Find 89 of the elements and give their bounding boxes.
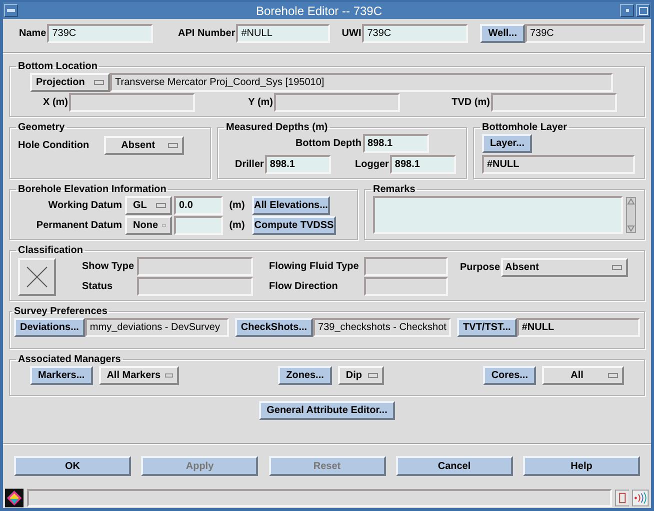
field-label: Y (m) — [247, 97, 274, 108]
cross-icon — [26, 266, 48, 288]
dialog-button[interactable]: OK — [14, 456, 131, 476]
field-label: Show Type — [82, 261, 136, 272]
document-icon[interactable] — [614, 489, 630, 507]
group-title: Geometry — [17, 122, 66, 133]
group-title: Bottom Location — [17, 61, 98, 72]
option-indicator-icon — [368, 372, 378, 378]
option-indicator-icon — [156, 203, 166, 208]
cores-button[interactable]: Cores... — [483, 366, 536, 384]
option-indicator-icon — [168, 143, 178, 148]
maximize-icon — [638, 6, 648, 14]
remarks-text-area[interactable] — [373, 196, 623, 234]
option-menu[interactable]: Projection — [30, 73, 110, 92]
survey-field: #NULL — [516, 318, 640, 337]
dialog-button[interactable]: Help — [523, 456, 640, 476]
option-menu[interactable]: Absent — [501, 258, 628, 277]
field-label: UWI — [340, 28, 362, 39]
field-label: Logger — [354, 159, 390, 170]
menu-bar-icon — [7, 9, 15, 12]
field-label: Permanent Datum — [35, 220, 123, 231]
group-title: Classification — [17, 245, 84, 256]
vertical-scrollbar[interactable] — [626, 197, 636, 233]
general-attribute-editor-button[interactable]: General Attribute Editor... — [258, 401, 396, 420]
option-indicator-icon — [608, 372, 618, 378]
y-field[interactable] — [274, 93, 400, 112]
option-menu[interactable]: Absent — [104, 136, 184, 155]
unit-label: (m) — [228, 200, 246, 211]
window-title: Borehole Editor -- 739C — [254, 4, 384, 18]
field-label: Flowing Fluid Type — [269, 261, 360, 272]
bottom-depth-field[interactable]: 898.1 — [362, 134, 429, 153]
compute-tvdss-button[interactable]: Compute TVDSS — [252, 216, 336, 235]
group-title: Bottomhole Layer — [481, 122, 568, 133]
field-label: Flow Direction — [269, 281, 339, 292]
signal-waves-icon[interactable] — [632, 489, 649, 507]
option-menu[interactable]: GL — [125, 196, 172, 215]
projection-field: Transverse Mercator Proj_Coord_Sys [195010] — [110, 73, 613, 92]
unit-label: (m) — [228, 220, 246, 231]
datum-field[interactable]: 0.0 — [174, 196, 223, 215]
driller-field[interactable]: 898.1 — [264, 155, 331, 174]
field-label: Working Datum — [47, 200, 123, 211]
maximize-button[interactable] — [636, 4, 650, 17]
tvd-field[interactable] — [491, 93, 617, 112]
option-indicator-icon — [164, 372, 173, 378]
option-menu[interactable]: All — [542, 366, 624, 384]
option-menu[interactable]: None — [125, 216, 172, 235]
field-label: Hole Condition — [18, 140, 90, 151]
app-logo-icon[interactable] — [5, 488, 24, 508]
field-label: API Number — [177, 28, 236, 39]
group-title: Measured Depths (m) — [225, 122, 329, 133]
field-label: TVD (m) — [450, 97, 491, 108]
survey-field: 739_checkshots - Checkshot — [313, 318, 452, 337]
survey-button[interactable]: Deviations... — [14, 318, 85, 337]
group-title: Survey Preferences — [13, 306, 108, 317]
window-menu-button[interactable] — [4, 4, 18, 17]
uwi-field[interactable]: 739C — [362, 24, 468, 43]
field-label: Driller — [235, 159, 265, 170]
layer-field: #NULL — [482, 155, 635, 174]
logger-field[interactable]: 898.1 — [390, 155, 456, 174]
group-title: Remarks — [372, 184, 416, 195]
field-label: X (m) — [42, 97, 69, 108]
minimize-icon — [626, 9, 628, 12]
datum-field[interactable] — [174, 216, 223, 235]
field-label: Status — [82, 281, 114, 292]
scroll-up-icon[interactable] — [627, 198, 635, 205]
api-number-field[interactable]: #NULL — [236, 24, 330, 43]
well-field: 739C — [525, 24, 645, 43]
markers-button[interactable]: Markers... — [30, 366, 93, 384]
survey-button[interactable]: CheckShots... — [234, 318, 314, 337]
option-indicator-icon — [612, 265, 622, 270]
group-title: Borehole Elevation Information — [17, 184, 168, 195]
all-elevations-button[interactable]: All Elevations... — [252, 196, 330, 215]
x-field[interactable] — [69, 93, 195, 112]
scroll-down-icon[interactable] — [627, 225, 635, 232]
option-menu[interactable]: All Markers — [98, 366, 179, 384]
name-field[interactable]: 739C — [47, 24, 154, 43]
survey-field: mmy_deviations - DevSurvey — [84, 318, 229, 337]
field-label: Name — [19, 28, 48, 39]
well-button[interactable]: Well... — [480, 24, 525, 43]
option-indicator-icon — [94, 80, 104, 85]
layer-button[interactable]: Layer... — [482, 134, 532, 153]
group-title: Associated Managers — [17, 354, 122, 364]
field-label: Bottom Depth — [295, 138, 363, 149]
zones-button[interactable]: Zones... — [278, 366, 332, 384]
minimize-button[interactable] — [620, 4, 634, 17]
option-menu[interactable]: Dip — [338, 366, 384, 384]
survey-button[interactable]: TVT/TST... — [457, 318, 517, 337]
dialog-button[interactable]: Cancel — [396, 456, 513, 476]
field-label: Purpose — [460, 262, 502, 273]
